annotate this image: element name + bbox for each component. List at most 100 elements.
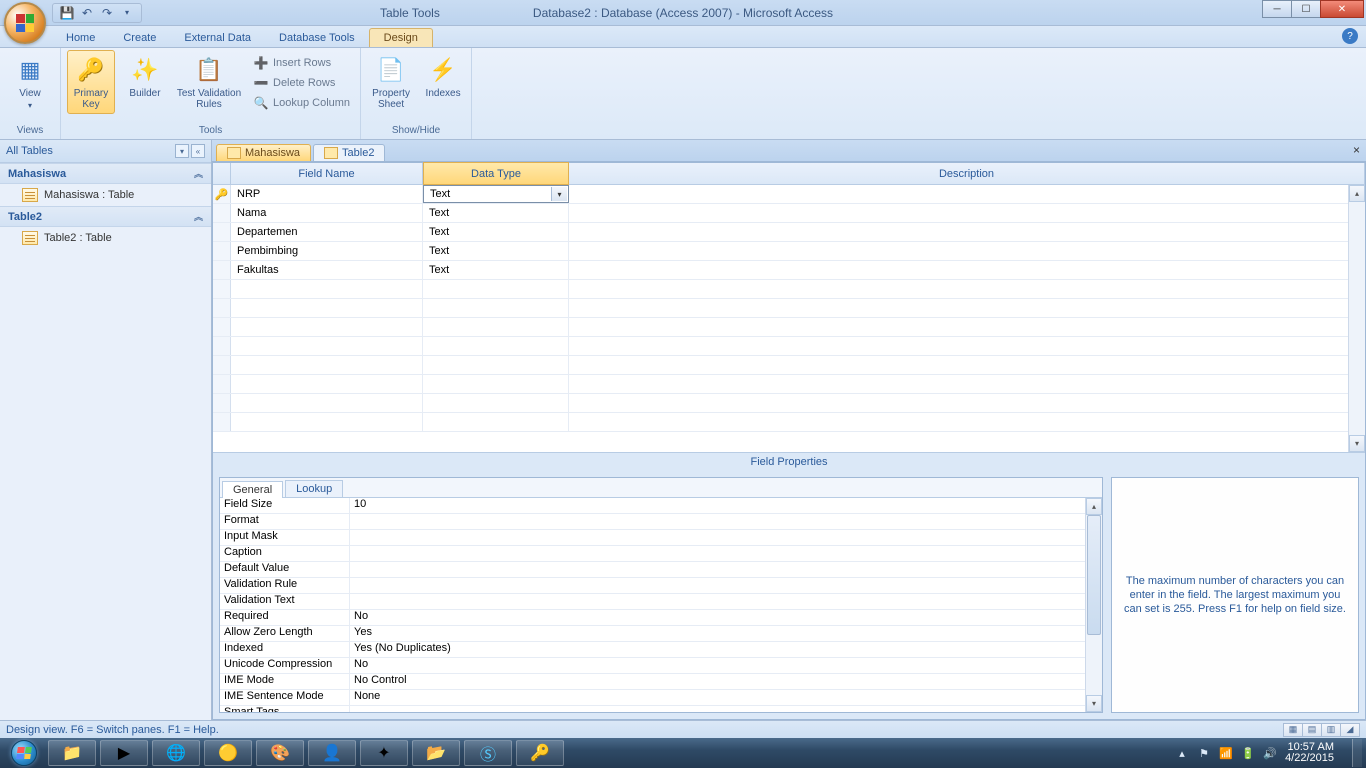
dropdown-icon[interactable]: ▾ <box>551 187 567 201</box>
view-design-icon[interactable]: ◢ <box>1340 723 1360 737</box>
cell-description[interactable] <box>569 356 1365 374</box>
property-value[interactable]: Yes (No Duplicates) <box>350 642 1102 657</box>
tray-battery-icon[interactable]: 🔋 <box>1241 747 1255 760</box>
tab-database-tools[interactable]: Database Tools <box>265 29 369 47</box>
design-row[interactable]: PembimbingText <box>213 242 1365 261</box>
cell-data-type[interactable]: Text <box>423 242 569 260</box>
property-value[interactable] <box>350 706 1102 712</box>
cell-field-name[interactable] <box>231 375 423 393</box>
tray-clock[interactable]: 10:57 AM 4/22/2015 <box>1285 742 1334 764</box>
col-header-description[interactable]: Description <box>569 163 1365 184</box>
row-selector[interactable] <box>213 261 231 279</box>
cell-data-type[interactable] <box>423 356 569 374</box>
close-button[interactable]: ✕ <box>1320 0 1364 18</box>
cell-data-type[interactable]: Text <box>423 223 569 241</box>
doc-tab-table2[interactable]: Table2 <box>313 144 385 161</box>
design-row-empty[interactable] <box>213 280 1365 299</box>
taskbar-access[interactable]: 🔑 <box>516 740 564 766</box>
row-selector[interactable] <box>213 223 231 241</box>
qat-dropdown-icon[interactable]: ▾ <box>119 5 135 21</box>
cell-data-type[interactable]: Text▾ <box>423 185 569 203</box>
cell-field-name[interactable] <box>231 299 423 317</box>
property-row[interactable]: IME Sentence ModeNone <box>220 690 1102 706</box>
property-row[interactable]: Input Mask <box>220 530 1102 546</box>
design-row[interactable]: DepartemenText <box>213 223 1365 242</box>
design-row-empty[interactable] <box>213 413 1365 432</box>
scroll-up-icon[interactable]: ▴ <box>1349 185 1365 202</box>
help-icon[interactable]: ? <box>1342 28 1358 44</box>
close-tab-icon[interactable]: × <box>1353 143 1360 157</box>
undo-icon[interactable]: ↶ <box>79 5 95 21</box>
start-button[interactable] <box>4 739 44 767</box>
nav-item[interactable]: Mahasiswa : Table <box>0 184 211 206</box>
cell-data-type[interactable] <box>423 318 569 336</box>
cell-field-name[interactable]: Nama <box>231 204 423 222</box>
cell-data-type[interactable] <box>423 413 569 431</box>
scroll-down-icon[interactable]: ▾ <box>1086 695 1102 712</box>
field-properties-scrollbar[interactable]: ▴▾ <box>1085 498 1102 712</box>
tab-external-data[interactable]: External Data <box>170 29 265 47</box>
cell-data-type[interactable] <box>423 280 569 298</box>
cell-description[interactable] <box>569 337 1365 355</box>
cell-description[interactable] <box>569 318 1365 336</box>
doc-tab-mahasiswa[interactable]: Mahasiswa <box>216 144 311 161</box>
primary-key-button[interactable]: 🔑 Primary Key <box>67 50 115 114</box>
insert-rows-button[interactable]: ➕Insert Rows <box>249 54 354 72</box>
cell-description[interactable] <box>569 413 1365 431</box>
cell-description[interactable] <box>569 280 1365 298</box>
design-row-empty[interactable] <box>213 375 1365 394</box>
view-pivot-icon[interactable]: ▤ <box>1302 723 1322 737</box>
property-value[interactable]: No Control <box>350 674 1102 689</box>
row-selector[interactable] <box>213 242 231 260</box>
view-button[interactable]: ▦ View ▾ <box>6 50 54 110</box>
cell-data-type[interactable]: Text <box>423 261 569 279</box>
cell-field-name[interactable] <box>231 356 423 374</box>
row-selector[interactable] <box>213 375 231 393</box>
scroll-up-icon[interactable]: ▴ <box>1086 498 1102 515</box>
fp-tab-lookup[interactable]: Lookup <box>285 480 343 497</box>
property-row[interactable]: Unicode CompressionNo <box>220 658 1102 674</box>
design-row[interactable]: FakultasText <box>213 261 1365 280</box>
cell-description[interactable] <box>569 299 1365 317</box>
taskbar-skype[interactable]: Ⓢ <box>464 740 512 766</box>
maximize-button[interactable]: ☐ <box>1291 0 1321 18</box>
nav-header[interactable]: All Tables ▾ « <box>0 140 211 163</box>
cell-description[interactable] <box>569 223 1365 241</box>
scroll-down-icon[interactable]: ▾ <box>1349 435 1365 452</box>
property-value[interactable]: None <box>350 690 1102 705</box>
design-row-empty[interactable] <box>213 356 1365 375</box>
tab-create[interactable]: Create <box>109 29 170 47</box>
tray-network-icon[interactable]: 📶 <box>1219 747 1233 760</box>
property-row[interactable]: IME ModeNo Control <box>220 674 1102 690</box>
design-row-empty[interactable] <box>213 299 1365 318</box>
row-selector[interactable] <box>213 280 231 298</box>
col-header-field-name[interactable]: Field Name <box>231 163 423 184</box>
view-chart-icon[interactable]: ▥ <box>1321 723 1341 737</box>
scroll-thumb[interactable] <box>1087 515 1101 635</box>
design-row-empty[interactable] <box>213 394 1365 413</box>
cell-data-type[interactable] <box>423 394 569 412</box>
cell-description[interactable] <box>569 261 1365 279</box>
design-row[interactable]: 🔑NRPText▾ <box>213 185 1365 204</box>
cell-field-name[interactable] <box>231 394 423 412</box>
taskbar-paint[interactable]: 🎨 <box>256 740 304 766</box>
property-value[interactable]: Yes <box>350 626 1102 641</box>
property-sheet-button[interactable]: 📄 Property Sheet <box>367 50 415 110</box>
design-row-empty[interactable] <box>213 318 1365 337</box>
property-value[interactable] <box>350 514 1102 529</box>
delete-rows-button[interactable]: ➖Delete Rows <box>249 74 354 92</box>
cell-field-name[interactable] <box>231 337 423 355</box>
cell-data-type[interactable] <box>423 375 569 393</box>
taskbar-app1[interactable]: 🟡 <box>204 740 252 766</box>
property-value[interactable]: No <box>350 610 1102 625</box>
property-row[interactable]: Smart Tags <box>220 706 1102 712</box>
row-selector[interactable] <box>213 299 231 317</box>
cell-field-name[interactable] <box>231 318 423 336</box>
taskbar-folder[interactable]: 📂 <box>412 740 460 766</box>
property-row[interactable]: Default Value <box>220 562 1102 578</box>
cell-field-name[interactable]: Pembimbing <box>231 242 423 260</box>
indexes-button[interactable]: ⚡ Indexes <box>421 50 465 99</box>
cell-field-name[interactable]: Departemen <box>231 223 423 241</box>
test-validation-button[interactable]: 📋 Test Validation Rules <box>175 50 243 110</box>
property-row[interactable]: Allow Zero LengthYes <box>220 626 1102 642</box>
